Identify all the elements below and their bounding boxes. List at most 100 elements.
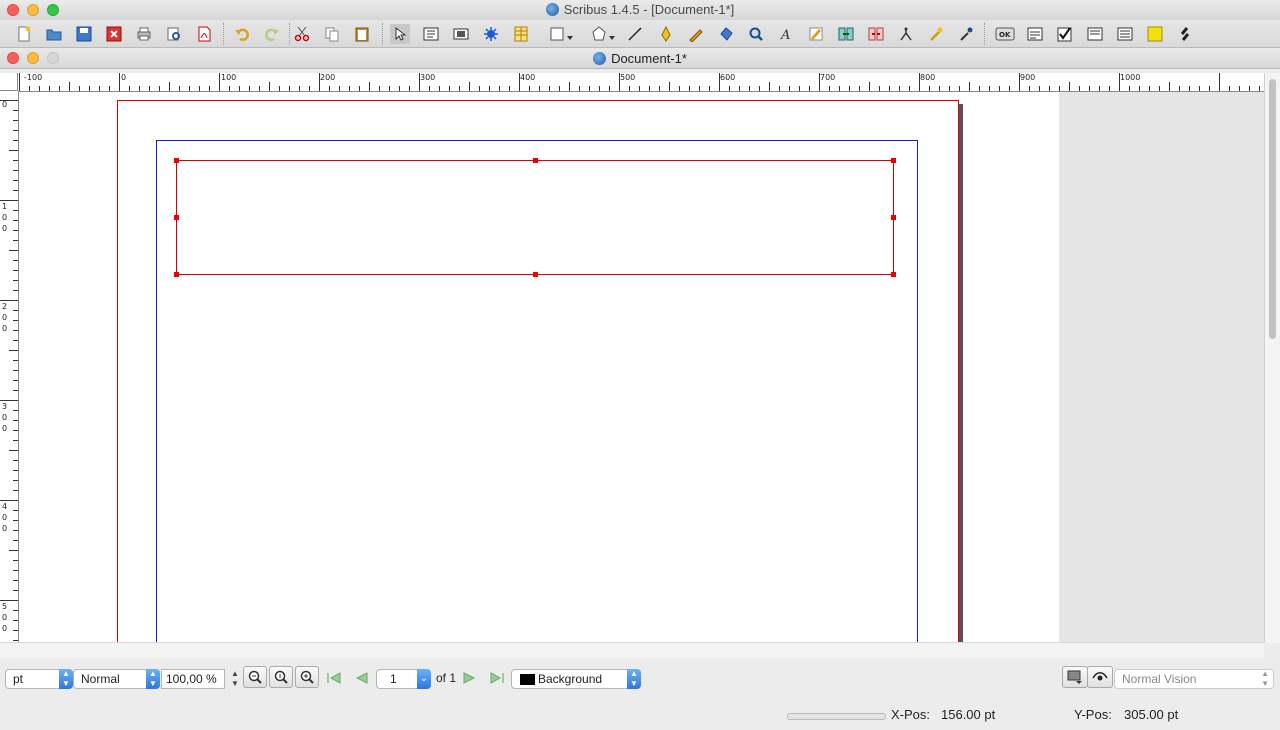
window-title: Scribus 1.4.5 - [Document-1*] [0, 2, 1280, 17]
zoom-100-button[interactable] [269, 666, 293, 688]
export-pdf-icon[interactable] [194, 24, 214, 44]
pdf-combo-icon[interactable] [1085, 24, 1105, 44]
previous-page-icon [355, 672, 368, 684]
next-page-icon [463, 672, 476, 684]
cut-icon[interactable] [292, 24, 312, 44]
y-position-label: Y-Pos: [1074, 707, 1112, 722]
ruler-label: 0 [121, 73, 127, 82]
view-mode-select[interactable]: Normal ▲ ▼ [73, 669, 160, 689]
resize-handle-bottom-right[interactable] [891, 272, 896, 277]
page-number-select[interactable]: 1 ⌄ [376, 669, 431, 689]
last-page-button[interactable] [486, 668, 508, 688]
pdf-link-icon[interactable] [1175, 24, 1195, 44]
zoom-input[interactable]: 100,00 % [161, 669, 225, 689]
ruler-label: 1000 [1120, 73, 1141, 82]
chevron-updown-icon: ▲ ▼ [627, 669, 641, 689]
select-icon[interactable] [390, 24, 410, 44]
toolbar-separator [382, 23, 386, 45]
ruler-label: 0 [2, 100, 8, 109]
bezier-icon[interactable] [656, 24, 676, 44]
edit-text-icon[interactable]: A [776, 24, 796, 44]
open-icon[interactable] [44, 24, 64, 44]
pdf-text-field-icon[interactable] [1025, 24, 1045, 44]
ruler-label: 900 [1020, 73, 1036, 82]
image-frame-icon[interactable] [451, 24, 471, 44]
ruler-label: 200 [320, 73, 336, 82]
resize-handle-top-left[interactable] [174, 158, 179, 163]
unlink-frames-icon[interactable] [866, 24, 886, 44]
main-toolbar: A OK [0, 20, 1280, 48]
horizontal-ruler[interactable]: -100 0 100 200 300 400 500 600 700 800 9… [18, 73, 1264, 92]
print-icon[interactable] [134, 24, 154, 44]
layer-select[interactable]: Background ▲ ▼ [511, 669, 641, 689]
unit-select[interactable]: pt ▲ ▼ [5, 669, 73, 689]
copy-properties-icon[interactable] [926, 24, 946, 44]
resize-handle-right[interactable] [891, 215, 896, 220]
resize-handle-top-right[interactable] [891, 158, 896, 163]
preview-mode-button[interactable] [1062, 666, 1088, 688]
copy-icon[interactable] [322, 24, 342, 44]
preview-icon [1067, 670, 1082, 684]
resize-handle-bottom[interactable] [533, 272, 538, 277]
ruler-label: 400 [520, 73, 536, 82]
document-canvas[interactable] [19, 92, 1264, 642]
ruler-corner[interactable] [0, 73, 18, 91]
line-icon[interactable] [625, 24, 645, 44]
pdf-button-icon[interactable]: OK [994, 24, 1016, 44]
zoom-in-button[interactable] [295, 666, 319, 688]
next-page-button[interactable] [459, 668, 481, 688]
pdf-list-icon[interactable] [1115, 24, 1135, 44]
x-position-value: 156.00 pt [941, 707, 996, 722]
pdf-checkbox-icon[interactable] [1055, 24, 1075, 44]
window-title-bar: Scribus 1.4.5 - [Document-1*] [0, 0, 1280, 21]
preflight-icon[interactable] [164, 24, 184, 44]
paste-icon[interactable] [352, 24, 372, 44]
previous-page-button[interactable] [350, 668, 372, 688]
save-icon[interactable] [74, 24, 94, 44]
vertical-scroll-thumb[interactable] [1269, 79, 1276, 339]
pdf-annotation-icon[interactable] [1145, 24, 1165, 44]
resize-handle-left[interactable] [174, 215, 179, 220]
zoom-out-button[interactable] [243, 666, 267, 688]
text-frame-icon[interactable] [421, 24, 441, 44]
ruler-label: 500 [2, 602, 8, 633]
vertical-ruler-ticks [0, 100, 18, 641]
page-count-label: of 1 [436, 671, 457, 685]
horizontal-scrollbar[interactable] [0, 642, 1264, 659]
eye-icon [1092, 672, 1108, 681]
resize-handle-bottom-left[interactable] [174, 272, 179, 277]
freehand-icon[interactable] [686, 24, 706, 44]
ruler-label: -100 [24, 73, 43, 82]
chevron-down-icon: ⌄ [417, 669, 431, 689]
ruler-label: 700 [820, 73, 836, 82]
close-icon[interactable] [104, 24, 124, 44]
zoom-in-icon [300, 670, 314, 684]
scribus-app-icon [545, 3, 559, 16]
ruler-label: 800 [920, 73, 936, 82]
measure-icon[interactable] [896, 24, 916, 44]
new-document-icon[interactable] [14, 24, 34, 44]
rotate-icon[interactable] [716, 24, 736, 44]
table-icon[interactable] [511, 24, 531, 44]
shape-icon[interactable] [548, 24, 576, 44]
vision-mode-select[interactable]: Normal Vision ▲ ▼ [1114, 669, 1274, 689]
redo-icon[interactable] [262, 24, 282, 44]
story-editor-icon[interactable] [806, 24, 826, 44]
link-frames-icon[interactable] [836, 24, 856, 44]
ruler-label: 300 [2, 402, 8, 433]
layer-color-swatch [520, 674, 535, 685]
document-icon [593, 52, 607, 65]
first-page-button[interactable] [323, 668, 345, 688]
ruler-label: 100 [2, 202, 8, 233]
vertical-scrollbar[interactable] [1264, 73, 1280, 643]
resize-handle-top[interactable] [533, 158, 538, 163]
undo-icon[interactable] [232, 24, 252, 44]
zoom-icon[interactable] [746, 24, 766, 44]
eyedropper-icon[interactable] [956, 24, 976, 44]
polygon-icon[interactable] [590, 24, 618, 44]
selected-text-frame[interactable] [174, 158, 896, 277]
toggle-preview-button[interactable] [1087, 666, 1113, 688]
render-frame-icon[interactable] [481, 24, 501, 44]
zoom-stepper[interactable]: ▲ ▼ [230, 669, 240, 689]
vertical-ruler[interactable]: 0 100 200 300 400 500 [0, 91, 19, 642]
